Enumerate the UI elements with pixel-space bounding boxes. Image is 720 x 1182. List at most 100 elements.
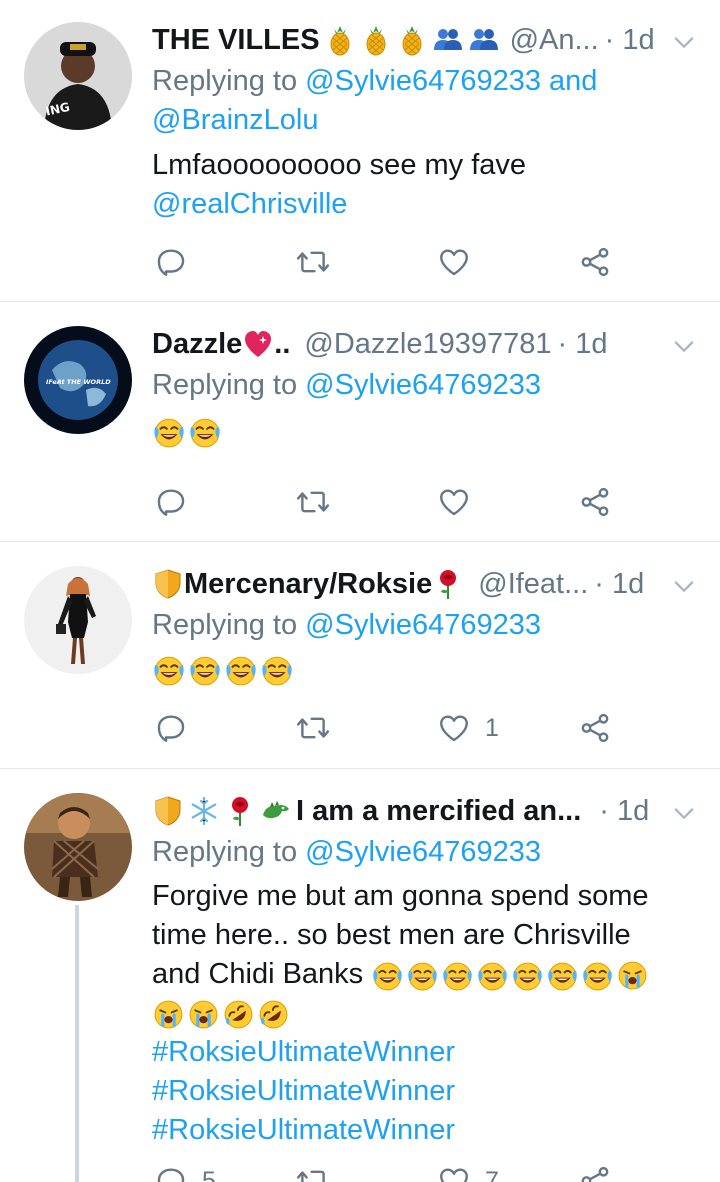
replying-to: Replying to @Sylvie64769233 [152, 366, 680, 405]
like-count: 1 [485, 713, 499, 742]
like-button[interactable]: 7 [437, 1159, 499, 1182]
like-button[interactable] [437, 240, 471, 284]
replying-prefix: Replying to [152, 65, 298, 97]
tweet-emoji-body [152, 650, 680, 689]
heart-icon [437, 245, 471, 279]
chevron-down-icon[interactable] [670, 332, 698, 360]
avatar[interactable] [24, 793, 132, 901]
dragon-icon [260, 795, 292, 827]
rolling-on-floor-laughing-icon [222, 998, 255, 1031]
reply-icon [154, 485, 188, 519]
snowflake-icon [188, 795, 220, 827]
shield-icon [152, 568, 184, 600]
tweet-emoji-body [152, 412, 680, 451]
handle[interactable]: @Dazzle19397781 [304, 328, 551, 361]
reply-button[interactable] [154, 480, 188, 524]
reply-button[interactable] [154, 706, 188, 750]
chevron-down-icon[interactable] [670, 572, 698, 600]
tweet-4[interactable]: I am a mercified an... · 1d Replying to … [0, 769, 720, 1182]
loudly-crying-face-icon [616, 959, 649, 992]
reply-icon [154, 711, 188, 745]
face-with-tears-of-joy-icon [476, 959, 509, 992]
display-name-text: I am a mercified an... [296, 794, 582, 827]
handle[interactable]: @An... [510, 24, 599, 57]
display-name[interactable]: Mercenary/Roksie [152, 568, 464, 601]
share-button[interactable] [578, 240, 612, 284]
tweet-2[interactable]: IFeAt THE WORLD Dazzle .. @Dazzle1939778… [0, 302, 720, 542]
face-with-tears-of-joy-icon [581, 959, 614, 992]
display-name[interactable]: Dazzle .. [152, 328, 290, 361]
timestamp[interactable]: · 1d [599, 795, 649, 828]
hashtag-link[interactable]: #RoksieUltimateWinner [152, 1036, 455, 1068]
avatar[interactable] [24, 566, 132, 674]
like-button[interactable] [437, 480, 471, 524]
chevron-down-icon[interactable] [670, 28, 698, 56]
heart-icon [437, 711, 471, 745]
retweet-button[interactable] [296, 480, 330, 524]
svg-text:IFeAt THE WORLD: IFeAt THE WORLD [46, 378, 111, 386]
retweet-button[interactable] [296, 240, 330, 284]
share-button[interactable] [578, 480, 612, 524]
reply-button[interactable] [154, 240, 188, 284]
mention-link[interactable]: @Sylvie64769233 [305, 609, 541, 641]
retweet-button[interactable] [296, 706, 330, 750]
mention-link[interactable]: @Sylvie64769233 [305, 369, 541, 401]
pineapple-icon [360, 24, 392, 56]
display-name[interactable]: THE VILLES [152, 24, 500, 57]
tweet-text: Forgive me but am gonna spend some time … [152, 877, 680, 1150]
display-name[interactable]: I am a mercified an... [152, 795, 581, 828]
tweet-actions [152, 480, 622, 524]
reply-icon [154, 245, 188, 279]
reply-button[interactable]: 5 [154, 1159, 216, 1182]
tweet-1[interactable]: ING THE VILLES @An... · 1d Replying to @… [0, 0, 720, 302]
face-with-tears-of-joy-icon [188, 415, 222, 449]
retweet-icon [296, 485, 330, 519]
timestamp[interactable]: · 1d [558, 328, 608, 361]
face-with-tears-of-joy-icon [224, 653, 258, 687]
hashtag-link[interactable]: #RoksieUltimateWinner [152, 1075, 455, 1107]
busts-icon [468, 24, 500, 56]
pineapple-icon [324, 24, 356, 56]
hashtag-link[interactable]: #RoksieUltimateWinner [152, 1114, 455, 1146]
mention-link[interactable]: @BrainzLolu [152, 104, 318, 136]
display-name-text: Dazzle [152, 327, 243, 360]
loudly-crying-face-icon [152, 998, 185, 1031]
tweet-text-line: and Chidi Banks [152, 958, 364, 990]
share-icon [578, 1164, 612, 1182]
mention-link[interactable]: @realChrisville [152, 188, 347, 220]
replying-prefix: Replying to [152, 369, 298, 401]
replying-to: Replying to @Sylvie64769233 [152, 606, 680, 645]
share-button[interactable] [578, 706, 612, 750]
share-button[interactable] [578, 1159, 612, 1182]
mention-link[interactable]: @Sylvie64769233 and [305, 65, 597, 97]
replying-prefix: Replying to [152, 836, 298, 868]
retweet-button[interactable] [296, 1159, 330, 1182]
avatar[interactable]: ING [24, 22, 132, 130]
heart-icon [437, 1164, 471, 1182]
avatar[interactable]: IFeAt THE WORLD [24, 326, 132, 434]
like-button[interactable]: 1 [437, 706, 499, 750]
face-with-tears-of-joy-icon [406, 959, 439, 992]
rolling-on-floor-laughing-icon [257, 998, 290, 1031]
tweet-actions: 1 [152, 706, 622, 750]
timestamp[interactable]: · 1d [594, 568, 644, 601]
retweet-icon [296, 1164, 330, 1182]
sparkling-heart-icon [242, 328, 274, 360]
handle[interactable]: @Ifeat... [478, 568, 588, 601]
timestamp[interactable]: · 1d [605, 24, 655, 57]
share-icon [578, 485, 612, 519]
tweet-text-line: Forgive me but am gonna spend some [152, 880, 649, 912]
rose-icon [224, 795, 256, 827]
tweet-actions [152, 240, 622, 284]
tweet-header: Mercenary/Roksie @Ifeat... · 1d [152, 562, 700, 606]
tweet-3[interactable]: Mercenary/Roksie @Ifeat... · 1d Replying… [0, 542, 720, 769]
display-name-text: Mercenary/Roksie [184, 567, 433, 600]
mention-link[interactable]: @Sylvie64769233 [305, 836, 541, 868]
retweet-icon [296, 245, 330, 279]
reply-icon [154, 1164, 188, 1182]
face-with-tears-of-joy-icon [441, 959, 474, 992]
chevron-down-icon[interactable] [670, 799, 698, 827]
tweet-text-line: time here.. so best men are Chrisville [152, 919, 631, 951]
rose-icon [432, 568, 464, 600]
face-with-tears-of-joy-icon [260, 653, 294, 687]
